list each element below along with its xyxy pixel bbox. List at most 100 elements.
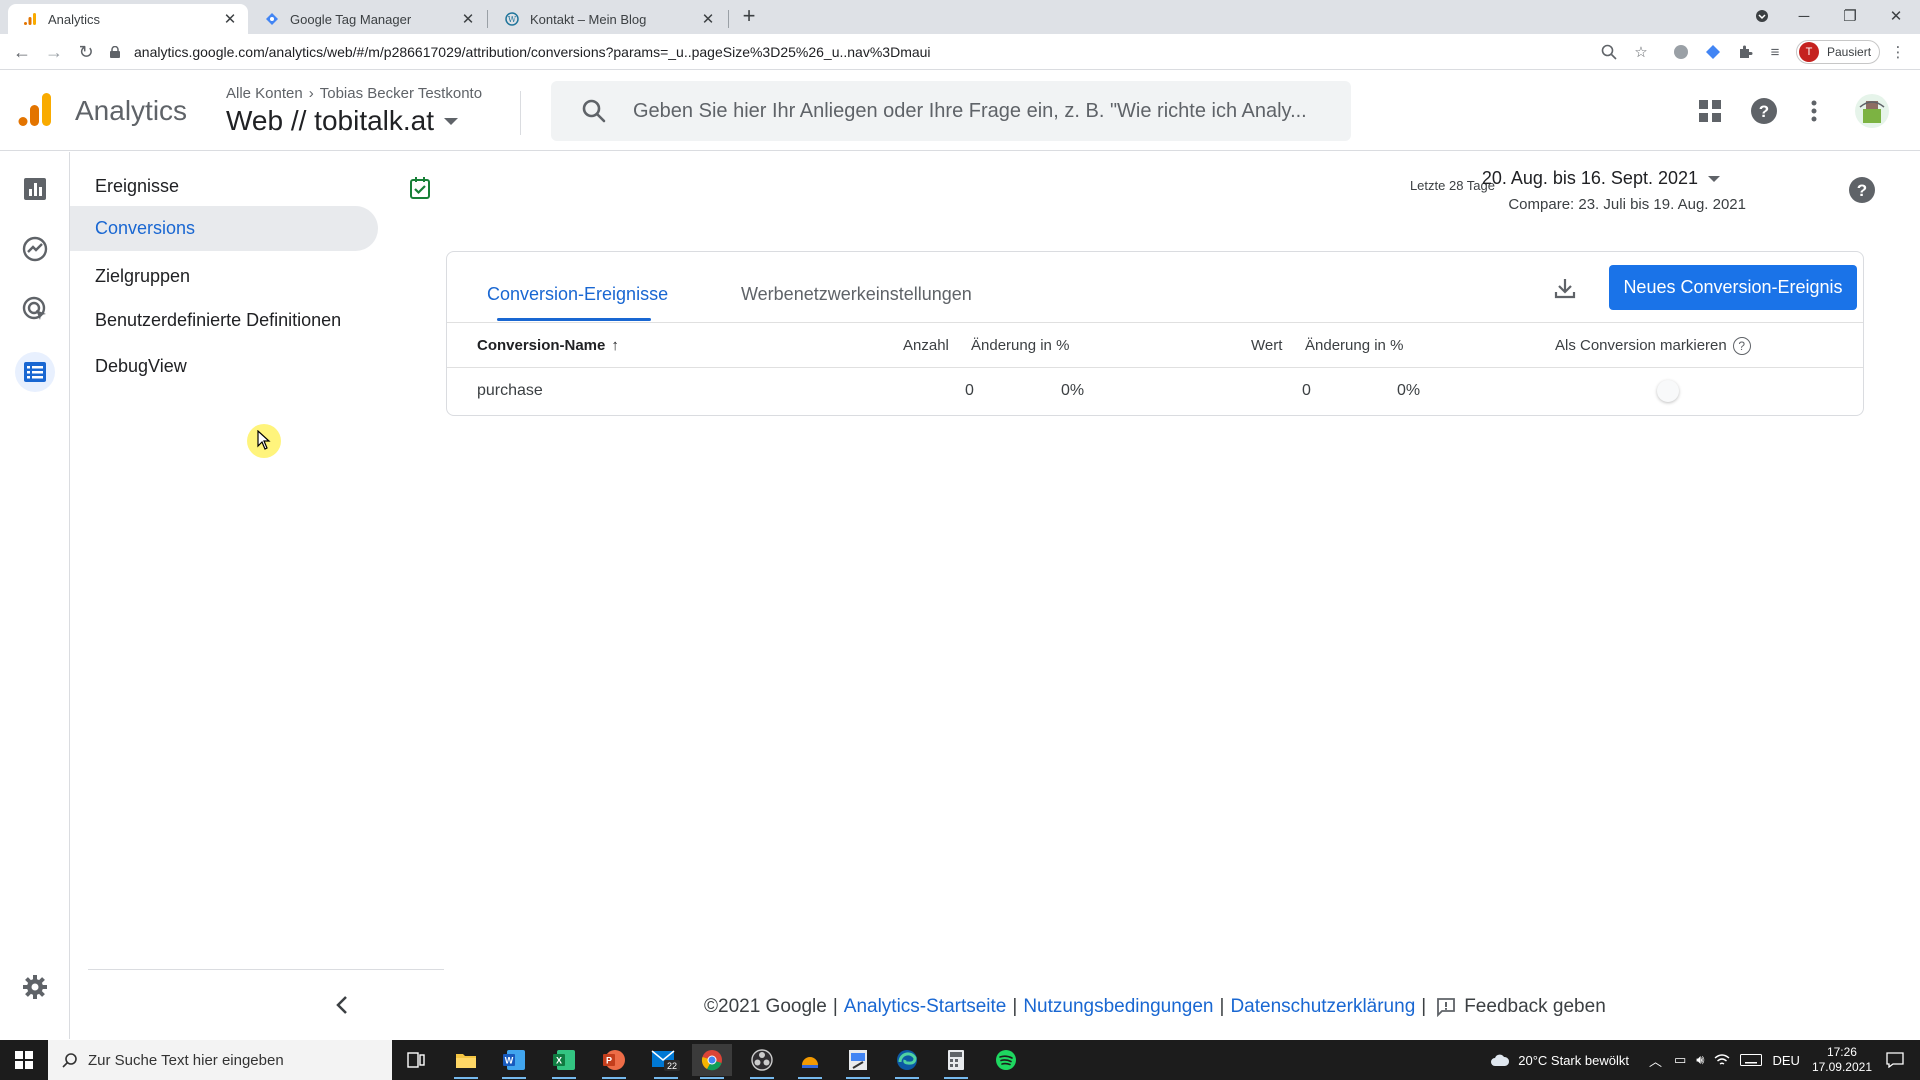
property-selector[interactable]: Web // tobitalk.at: [226, 105, 459, 137]
clock-date: 17.09.2021: [1811, 1060, 1872, 1074]
search-input[interactable]: Geben Sie hier Ihr Anliegen oder Ihre Fr…: [551, 81, 1351, 141]
taskbar-clock[interactable]: 17:26 17.09.2021: [1812, 1045, 1872, 1075]
help-icon[interactable]: ?: [1748, 95, 1780, 127]
column-header-wert-change[interactable]: Änderung in %: [1305, 337, 1403, 354]
column-header-als-conversion-markieren: Als Conversion markieren?: [1555, 337, 1751, 356]
spotify-icon[interactable]: [986, 1044, 1026, 1076]
chrome-icon[interactable]: [692, 1044, 732, 1079]
windows-start-icon[interactable]: [0, 1040, 48, 1080]
bookmark-star-icon[interactable]: ☆: [1631, 42, 1651, 62]
date-range-picker[interactable]: Letzte 28 Tage 20. Aug. bis 16. Sept. 20…: [1410, 168, 1840, 228]
breadcrumb-account[interactable]: Tobias Becker Testkonto: [320, 85, 482, 102]
word-icon[interactable]: W: [494, 1044, 534, 1079]
tab-werbenetzwerkeinstellungen[interactable]: Werbenetzwerkeinstellungen: [741, 284, 972, 305]
obs-icon[interactable]: [742, 1044, 782, 1079]
meet-now-icon[interactable]: ▭: [1674, 1052, 1686, 1068]
conversion-name-cell[interactable]: purchase: [477, 382, 543, 400]
tab-conversion-ereignisse[interactable]: Conversion-Ereignisse: [487, 284, 668, 305]
minimize-icon[interactable]: ─: [1782, 2, 1826, 30]
file-explorer-icon[interactable]: [446, 1044, 486, 1079]
column-header-wert[interactable]: Wert: [1251, 337, 1282, 354]
column-header-anzahl[interactable]: Anzahl: [903, 337, 949, 354]
address-bar[interactable]: analytics.google.com/analytics/web/#/m/p…: [110, 38, 1650, 66]
mouse-pointer-icon: [257, 430, 271, 450]
new-conversion-event-button[interactable]: Neues Conversion-Ereignis: [1609, 265, 1857, 310]
column-header-conversion-name[interactable]: Conversion-Name ↑: [477, 337, 619, 354]
footer-feedback[interactable]: Feedback geben: [1464, 996, 1606, 1018]
tab-search-icon[interactable]: [1740, 2, 1784, 30]
input-language[interactable]: DEU: [1772, 1053, 1799, 1068]
back-icon[interactable]: ←: [8, 38, 36, 66]
table-row[interactable]: purchase 0 0% 0 0%: [447, 368, 1863, 415]
notification-icon[interactable]: [1886, 1052, 1904, 1068]
close-icon[interactable]: ✕: [700, 11, 716, 28]
configure-icon[interactable]: [15, 352, 55, 392]
close-window-icon[interactable]: ✕: [1874, 2, 1918, 30]
collapse-chevron-left-icon[interactable]: [322, 990, 362, 1020]
powerpoint-icon[interactable]: P: [594, 1044, 634, 1079]
apps-grid-icon[interactable]: [1694, 95, 1726, 127]
wifi-icon[interactable]: [1714, 1053, 1730, 1067]
volume-icon[interactable]: 🔊︎: [1696, 1052, 1704, 1068]
chevron-up-icon[interactable]: ︿: [1649, 1051, 1662, 1070]
date-range-value[interactable]: 20. Aug. bis 16. Sept. 2021: [1482, 168, 1720, 189]
tab-kontakt-blog[interactable]: W Kontakt – Mein Blog ✕: [490, 4, 726, 34]
admin-gear-icon[interactable]: [18, 970, 52, 1004]
wordpress-favicon: W: [504, 11, 520, 27]
excel-icon[interactable]: X: [544, 1044, 584, 1079]
forward-icon[interactable]: →: [40, 38, 68, 66]
tab-google-tag-manager[interactable]: Google Tag Manager ✕: [250, 4, 486, 34]
explore-icon[interactable]: [18, 232, 52, 266]
footer-link-analytics-startseite[interactable]: Analytics-Startseite: [844, 996, 1007, 1018]
close-icon[interactable]: ✕: [222, 11, 238, 28]
svg-text:?: ?: [1759, 102, 1769, 121]
sidebar-item-conversions[interactable]: Conversions: [70, 206, 378, 251]
page-help-icon[interactable]: ?: [1848, 176, 1876, 204]
feedback-icon[interactable]: [1436, 997, 1456, 1017]
tab-analytics[interactable]: Analytics ✕: [8, 4, 248, 34]
sidebar-item-debugview[interactable]: DebugView: [70, 344, 378, 389]
weather-cloud-icon[interactable]: [1490, 1053, 1510, 1067]
sort-arrow-up-icon[interactable]: ↑: [611, 337, 619, 354]
calculator-icon[interactable]: [936, 1044, 976, 1079]
snipping-tool-icon[interactable]: [838, 1044, 878, 1079]
page-status-check-icon[interactable]: [408, 176, 432, 200]
edge-icon[interactable]: [887, 1044, 927, 1079]
account-avatar[interactable]: [1852, 91, 1892, 131]
breadcrumb[interactable]: Alle Konten › Tobias Becker Testkonto: [226, 85, 482, 102]
reports-icon[interactable]: [18, 172, 52, 206]
close-icon[interactable]: ✕: [460, 11, 476, 28]
sidebar-item-zielgruppen[interactable]: Zielgruppen: [70, 254, 378, 299]
browser-menu-icon[interactable]: ⋮: [1888, 42, 1908, 62]
footer-link-nutzungsbedingungen[interactable]: Nutzungsbedingungen: [1023, 996, 1213, 1018]
app-icon[interactable]: [790, 1044, 830, 1079]
toggle-knob: [1657, 380, 1679, 402]
download-icon[interactable]: [1549, 272, 1581, 304]
taskbar-search-input[interactable]: Zur Suche Text hier eingeben: [48, 1040, 392, 1080]
tag-extension-icon[interactable]: [1703, 42, 1723, 62]
new-tab-button[interactable]: +: [738, 5, 760, 28]
task-view-icon[interactable]: [396, 1044, 436, 1076]
weather-text[interactable]: 20°C Stark bewölkt: [1518, 1053, 1629, 1068]
sidebar-item-benutzerdefinierte-definitionen[interactable]: Benutzerdefinierte Definitionen: [70, 298, 378, 343]
advertising-icon[interactable]: [18, 292, 52, 326]
puzzle-icon[interactable]: [1735, 42, 1755, 62]
restore-icon[interactable]: ❐: [1828, 2, 1872, 30]
reading-list-icon[interactable]: ≡: [1765, 42, 1785, 62]
reload-icon[interactable]: ↻: [72, 38, 100, 66]
extension-icon[interactable]: [1671, 42, 1691, 62]
help-circle-icon[interactable]: ?: [1732, 337, 1751, 356]
footer-link-datenschutzerklaerung[interactable]: Datenschutzerklärung: [1230, 996, 1415, 1018]
breadcrumb-root[interactable]: Alle Konten: [226, 85, 303, 102]
mark-as-conversion-toggle[interactable]: [1647, 380, 1681, 402]
mail-icon[interactable]: 22: [646, 1044, 686, 1079]
keyboard-icon[interactable]: [1740, 1054, 1763, 1066]
sidebar-item-ereignisse[interactable]: Ereignisse: [70, 164, 378, 209]
more-vert-icon[interactable]: [1798, 95, 1830, 127]
search-icon: [581, 98, 609, 124]
profile-status: Pausiert: [1827, 45, 1872, 59]
column-header-anzahl-change[interactable]: Änderung in %: [971, 337, 1069, 354]
profile-button[interactable]: T Pausiert: [1796, 40, 1880, 64]
analytics-logo-icon[interactable]: [18, 91, 52, 127]
zoom-icon[interactable]: [1599, 42, 1619, 62]
